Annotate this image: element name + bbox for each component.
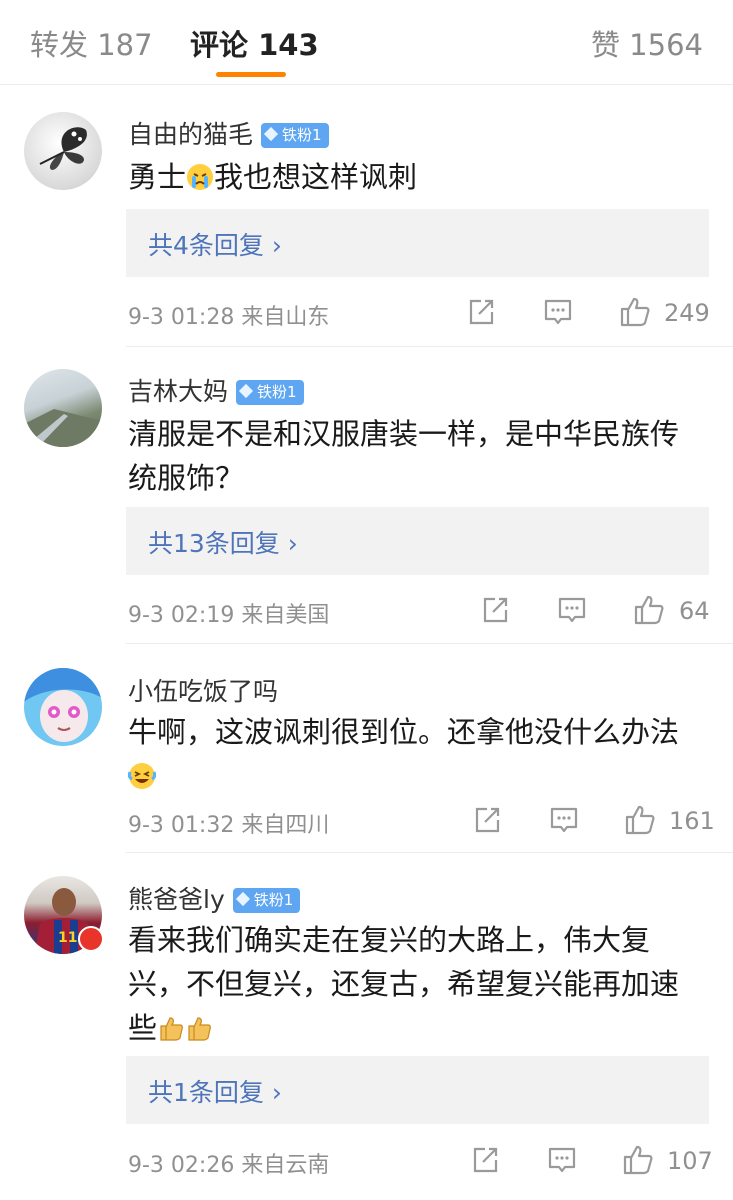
avatar[interactable]	[24, 112, 102, 190]
tab-comments[interactable]: 评论 143	[190, 22, 319, 64]
username[interactable]: 自由的猫毛	[128, 120, 253, 149]
like-icon[interactable]	[622, 1144, 654, 1176]
tab-reposts[interactable]: 转发 187	[30, 22, 153, 64]
comment-icon[interactable]	[543, 297, 573, 327]
thumbs-up-icon	[188, 1017, 212, 1041]
svg-text:11: 11	[58, 930, 77, 946]
share-icon[interactable]	[466, 297, 496, 327]
comment-icon[interactable]	[557, 595, 587, 625]
like-count: 107	[667, 1147, 713, 1175]
comment-meta: 9-3 01:32 来自四川	[128, 813, 330, 838]
view-replies-button[interactable]: 共4条回复 ›	[126, 209, 709, 277]
comment-text: 清服是不是和汉服唐装一样，是中华民族传 统服饰？	[128, 417, 680, 495]
butterfly-avatar-icon	[39, 127, 87, 170]
comment-divider	[126, 346, 733, 347]
comment-meta: 9-3 02:19 来自美国	[128, 603, 330, 628]
landscape-avatar-icon	[24, 409, 102, 447]
view-replies-button[interactable]: 共13条回复 ›	[126, 507, 709, 575]
comment-icon[interactable]	[549, 805, 579, 835]
share-icon[interactable]	[470, 1145, 500, 1175]
laughing-tears-icon	[128, 763, 156, 789]
comment-meta: 9-3 01:28 来自山东	[128, 305, 330, 330]
comment-icon[interactable]	[547, 1145, 577, 1175]
comment-tabs: 转发 187 评论 143 赞 1564	[0, 0, 733, 85]
username[interactable]: 熊爸爸ly	[128, 885, 225, 914]
username[interactable]: 小伍吃饭了吗	[128, 677, 278, 706]
avatar[interactable]	[24, 369, 102, 447]
share-icon[interactable]	[480, 595, 510, 625]
diamond-icon	[263, 126, 279, 142]
like-icon[interactable]	[619, 296, 651, 328]
fan-badge: 铁粉1	[232, 888, 301, 913]
diamond-icon	[235, 891, 250, 907]
avatar[interactable]	[24, 668, 102, 746]
comment-meta: 9-3 02:26 来自云南	[128, 1153, 330, 1178]
share-icon[interactable]	[472, 805, 502, 835]
comment-text: 牛啊，这波讽刺很到位。还拿他没什么办法	[128, 710, 713, 798]
fan-badge: 铁粉1	[236, 380, 304, 405]
tab-likes[interactable]: 赞 1564	[591, 22, 703, 64]
avatar[interactable]: 11	[24, 876, 104, 954]
active-tab-indicator	[216, 72, 286, 77]
like-count: 249	[664, 299, 710, 327]
comment-text: 看来我们确实走在复兴的大路上，伟大复 兴，不但复兴，还复古，希望复兴能再加速 些	[128, 923, 680, 1045]
fan-badge: 铁粉1	[261, 123, 329, 148]
crying-face-icon	[187, 164, 214, 190]
like-icon[interactable]	[624, 804, 656, 836]
thumbs-up-icon	[160, 1017, 184, 1041]
comment-divider	[126, 852, 733, 853]
view-replies-button[interactable]: 共1条回复 ›	[126, 1056, 709, 1124]
like-icon[interactable]	[633, 594, 665, 626]
username[interactable]: 吉林大妈	[128, 377, 228, 406]
comment-divider	[126, 643, 733, 644]
diamond-icon	[238, 383, 254, 399]
anime-avatar-icon	[24, 668, 102, 742]
like-count: 64	[679, 597, 710, 625]
verified-icon	[78, 926, 104, 952]
like-count: 161	[669, 807, 715, 835]
comment-text: 勇士 我也想这样讽刺	[128, 160, 418, 194]
